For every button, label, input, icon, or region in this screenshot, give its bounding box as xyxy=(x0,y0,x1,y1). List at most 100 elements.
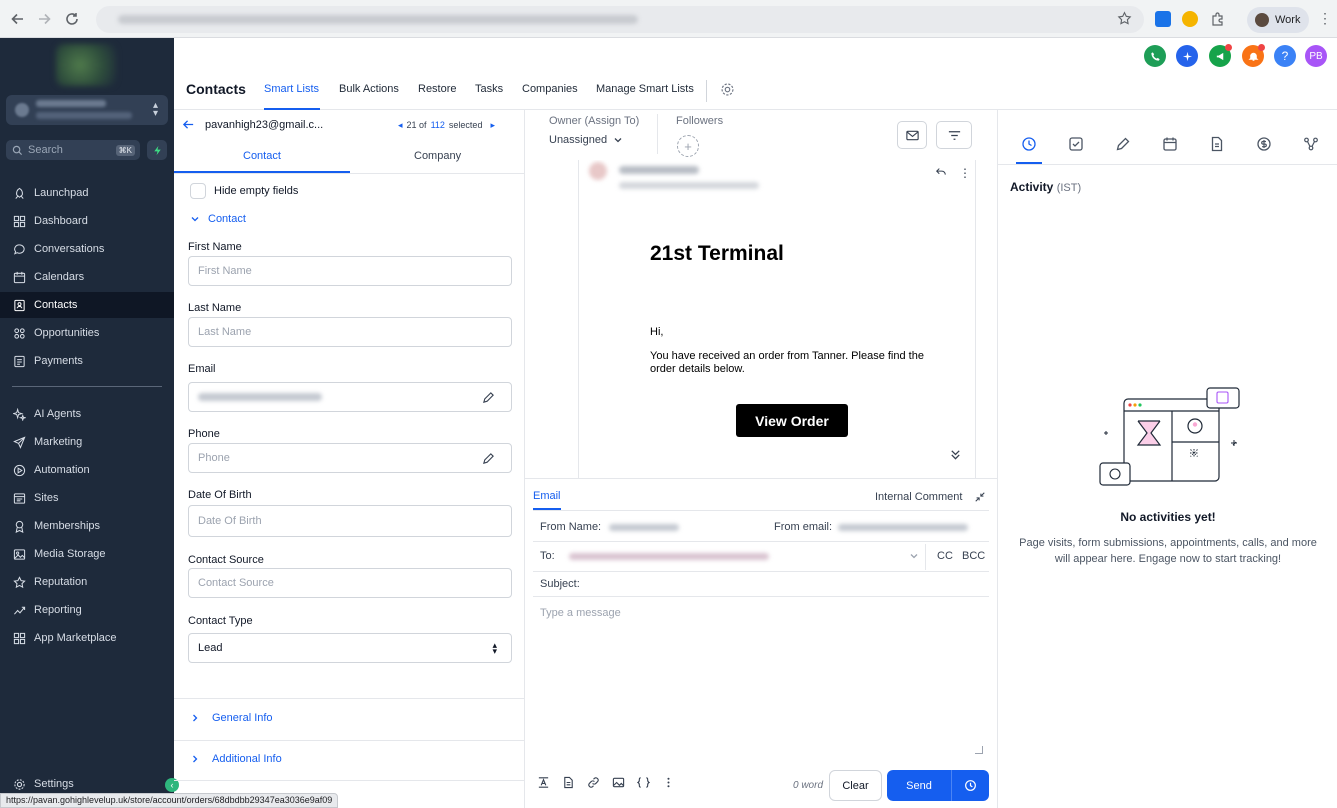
sidebar-item-reporting[interactable]: Reporting xyxy=(0,597,174,623)
extension-form-icon[interactable] xyxy=(1155,11,1171,27)
view-order-button[interactable]: View Order xyxy=(736,404,848,437)
sidebar-item-app-marketplace[interactable]: App Marketplace xyxy=(0,625,174,651)
account-switcher[interactable]: ▴ ▾ xyxy=(6,95,168,125)
custom-values-icon[interactable] xyxy=(637,776,650,789)
tab-company[interactable]: Company xyxy=(414,150,461,162)
sidebar-item-contacts[interactable]: Contacts xyxy=(0,292,174,318)
tab-tasks[interactable]: Tasks xyxy=(475,83,503,95)
profile-chip[interactable]: Work xyxy=(1247,7,1309,33)
first-name-field[interactable]: First Name xyxy=(188,256,512,286)
workflows-icon[interactable] xyxy=(1303,136,1319,152)
sidebar-item-sites[interactable]: Sites xyxy=(0,485,174,511)
additional-info-section[interactable]: Additional Info xyxy=(190,753,282,765)
bcc-button[interactable]: BCC xyxy=(962,550,985,562)
next-record-icon[interactable]: ▸ xyxy=(490,120,495,131)
link-icon[interactable] xyxy=(587,776,600,789)
dob-field[interactable]: Date Of Birth xyxy=(188,505,512,537)
tab-manage-smart-lists[interactable]: Manage Smart Lists xyxy=(596,83,694,95)
documents-icon[interactable] xyxy=(1209,136,1225,152)
chevrons-down-icon[interactable] xyxy=(949,448,962,461)
hide-empty-toggle[interactable]: Hide empty fields xyxy=(190,183,298,199)
general-info-section[interactable]: General Info xyxy=(190,712,273,724)
record-total[interactable]: 112 xyxy=(431,120,445,131)
owner-select[interactable]: Unassigned xyxy=(549,134,623,146)
bell-icon[interactable] xyxy=(1242,44,1265,67)
sidebar-search[interactable]: Search ⌘K xyxy=(6,140,140,160)
extension-chrome-icon[interactable] xyxy=(1182,11,1198,27)
prev-record-icon[interactable]: ◂ xyxy=(398,120,403,131)
send-button[interactable]: Send xyxy=(887,780,951,792)
phone-icon[interactable] xyxy=(1144,45,1166,67)
tab-contact[interactable]: Contact xyxy=(243,150,281,162)
pencil-icon[interactable] xyxy=(482,391,495,404)
clear-button[interactable]: Clear xyxy=(829,770,882,801)
help-icon[interactable]: ? xyxy=(1274,45,1296,67)
extensions-puzzle-icon[interactable] xyxy=(1210,11,1226,27)
last-name-label: Last Name xyxy=(188,302,242,314)
tab-bulk-actions[interactable]: Bulk Actions xyxy=(339,83,399,95)
sidebar-item-ai-agents[interactable]: AI Agents xyxy=(0,401,174,427)
tab-internal-comment[interactable]: Internal Comment xyxy=(875,491,962,503)
user-avatar[interactable]: PB xyxy=(1305,45,1327,67)
mail-icon[interactable] xyxy=(897,121,927,149)
sidebar-item-label: Marketing xyxy=(34,436,83,448)
back-icon[interactable] xyxy=(9,10,27,28)
settings-gear-icon[interactable] xyxy=(720,82,735,97)
sidebar-item-conversations[interactable]: Conversations xyxy=(0,236,174,262)
message-input[interactable]: Type a message xyxy=(540,607,621,619)
sidebar-item-automation[interactable]: Automation xyxy=(0,457,174,483)
browser-menu-icon[interactable]: ⋮ xyxy=(1316,10,1334,28)
add-follower-button[interactable]: + xyxy=(677,135,699,157)
minimize-icon[interactable] xyxy=(974,491,986,503)
sidebar-item-memberships[interactable]: Memberships xyxy=(0,513,174,539)
tasks-checkbox-icon[interactable] xyxy=(1068,136,1084,152)
address-bar[interactable] xyxy=(96,6,1144,33)
cc-button[interactable]: CC xyxy=(937,550,953,562)
tab-smart-lists[interactable]: Smart Lists xyxy=(264,83,319,95)
text-format-icon[interactable] xyxy=(537,776,550,789)
email-field[interactable] xyxy=(188,382,512,412)
sidebar-item-launchpad[interactable]: Launchpad xyxy=(0,180,174,206)
contact-section-header[interactable]: Contact xyxy=(190,213,246,225)
activity-clock-icon[interactable] xyxy=(1021,136,1037,152)
tab-email[interactable]: Email xyxy=(533,490,561,502)
reload-icon[interactable] xyxy=(63,10,81,28)
hide-empty-checkbox[interactable] xyxy=(190,183,206,199)
chevron-right-icon xyxy=(193,714,198,722)
phone-field[interactable]: Phone xyxy=(188,443,512,473)
appointments-calendar-icon[interactable] xyxy=(1162,136,1178,152)
more-icon[interactable] xyxy=(662,776,675,789)
sidebar-item-opportunities[interactable]: Opportunities xyxy=(0,320,174,346)
to-recipient-blurred[interactable] xyxy=(569,553,769,560)
resize-handle[interactable] xyxy=(975,746,983,754)
chevron-down-icon[interactable] xyxy=(909,551,919,561)
notes-pencil-icon[interactable] xyxy=(1115,136,1131,152)
payments-dollar-icon[interactable] xyxy=(1256,136,1272,152)
sidebar-item-payments[interactable]: Payments xyxy=(0,348,174,374)
more-options-icon[interactable]: ⋮ xyxy=(959,166,971,180)
from-email-value-blurred[interactable] xyxy=(838,524,968,531)
forward-icon[interactable] xyxy=(35,10,53,28)
megaphone-icon[interactable] xyxy=(1209,44,1232,67)
sidebar-item-dashboard[interactable]: Dashboard xyxy=(0,208,174,234)
template-icon[interactable] xyxy=(562,776,575,789)
contact-source-field[interactable]: Contact Source xyxy=(188,568,512,598)
back-arrow-icon[interactable] xyxy=(182,118,195,131)
pencil-icon[interactable] xyxy=(482,452,495,465)
ai-assistant-icon[interactable] xyxy=(1176,45,1198,67)
filter-icon[interactable] xyxy=(936,121,972,149)
tab-restore[interactable]: Restore xyxy=(418,83,457,95)
tab-companies[interactable]: Companies xyxy=(522,83,578,95)
sidebar-item-calendars[interactable]: Calendars xyxy=(0,264,174,290)
sidebar-item-reputation[interactable]: Reputation xyxy=(0,569,174,595)
reply-icon[interactable] xyxy=(935,166,947,178)
last-name-field[interactable]: Last Name xyxy=(188,317,512,347)
sidebar-item-marketing[interactable]: Marketing xyxy=(0,429,174,455)
from-name-value-blurred[interactable] xyxy=(609,524,679,531)
quick-action-button[interactable] xyxy=(147,140,167,160)
schedule-send-icon[interactable] xyxy=(952,779,989,792)
contact-type-select[interactable]: Lead ▴ ▾ xyxy=(188,633,512,663)
bookmark-star-icon[interactable] xyxy=(1117,11,1132,26)
image-icon[interactable] xyxy=(612,776,625,789)
sidebar-item-media-storage[interactable]: Media Storage xyxy=(0,541,174,567)
